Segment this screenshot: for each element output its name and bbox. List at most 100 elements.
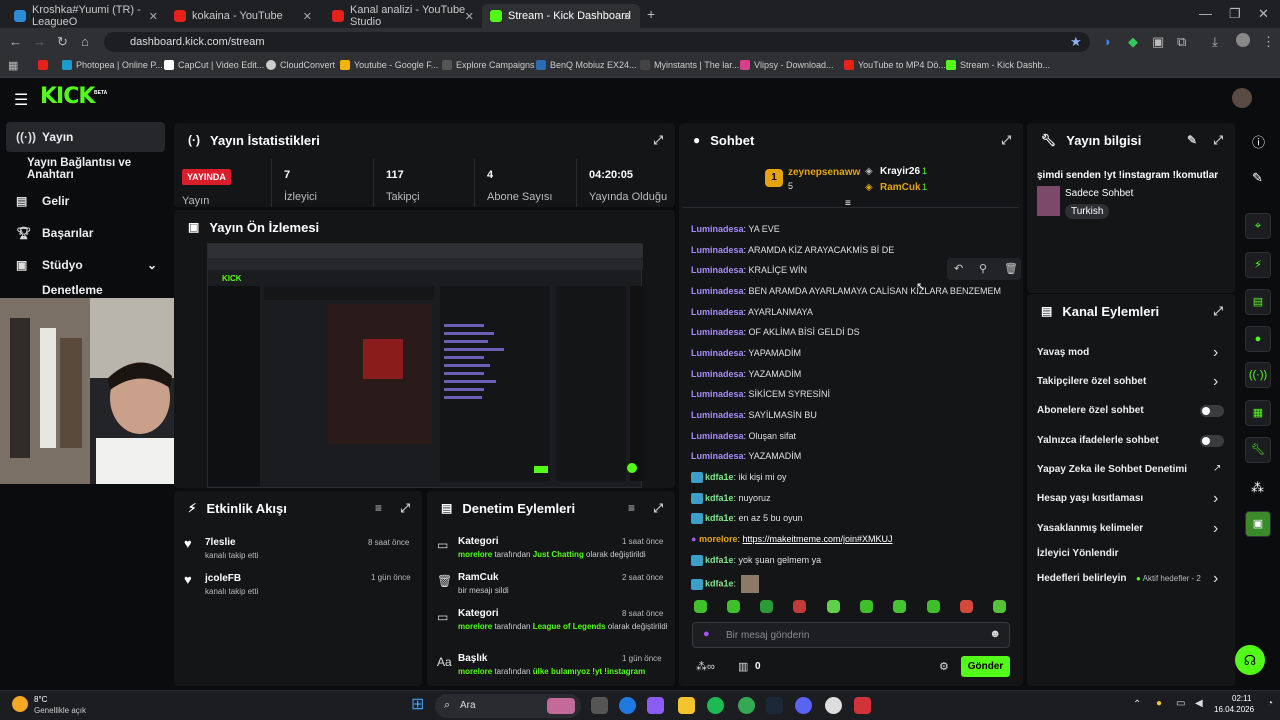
kick-logo[interactable]: KICK bbox=[40, 84, 95, 109]
discord-icon[interactable] bbox=[795, 697, 812, 714]
popout-icon[interactable]: ⤢ bbox=[1213, 133, 1223, 148]
channel-action-item[interactable]: Hesap yaşı kısıtlaması bbox=[1037, 493, 1143, 504]
reply-icon[interactable]: ↶ bbox=[954, 262, 963, 275]
chat-message[interactable]: Luminadesa: AYARLANMAYA bbox=[691, 307, 813, 317]
bookmark-item[interactable]: Youtube - Google F... bbox=[340, 60, 438, 70]
bookmark-item[interactable]: Stream - Kick Dashb... bbox=[946, 60, 1050, 70]
sidebar-item-yayin[interactable]: ((·)) Yayın bbox=[6, 122, 165, 152]
shield-icon[interactable]: ◆ bbox=[1128, 34, 1138, 50]
extension-icon[interactable]: ▣ bbox=[1152, 34, 1164, 50]
chat-message[interactable]: Luminadesa: KRALİÇE WİN bbox=[691, 265, 807, 275]
reload-icon[interactable]: ↻ bbox=[57, 34, 68, 50]
chevron-right-icon[interactable]: › bbox=[1213, 373, 1218, 391]
sidebar-item-basarilar[interactable]: 🏆︎ Başarılar bbox=[6, 218, 165, 248]
filter-icon[interactable]: ≡ bbox=[628, 501, 635, 515]
emote-button[interactable] bbox=[893, 600, 906, 613]
chat-message[interactable]: kdfa1e: iki kişi mi oy bbox=[691, 472, 787, 484]
channel-action-item[interactable]: Yalnızca ifadelerle sohbet bbox=[1037, 435, 1159, 446]
external-link-icon[interactable]: ↗ bbox=[1213, 463, 1221, 474]
bookmark-star-icon[interactable]: ★ bbox=[1070, 34, 1082, 50]
apps-grid-icon[interactable]: ▦ bbox=[8, 59, 18, 72]
chat-message[interactable]: Luminadesa: YAPAMADİM bbox=[691, 348, 801, 358]
gift-icon[interactable]: ▥ bbox=[738, 660, 748, 673]
network-icon[interactable]: ▭ bbox=[1176, 698, 1185, 709]
pin-icon[interactable]: ⚲ bbox=[979, 262, 987, 275]
chat-username[interactable]: morelore bbox=[699, 534, 738, 544]
channel-action-item[interactable]: Abonelere özel sohbet bbox=[1037, 405, 1144, 416]
rail-clipboard-icon[interactable]: ▤ bbox=[1245, 289, 1271, 315]
close-window-icon[interactable]: ✕ bbox=[1258, 6, 1269, 22]
bookmark-item[interactable]: YouTube to MP4 Dö... bbox=[844, 60, 946, 70]
bookmark-item[interactable]: CapCut | Video Edit... bbox=[164, 60, 264, 70]
minimize-icon[interactable]: — bbox=[1199, 6, 1212, 21]
chat-username[interactable]: Luminadesa bbox=[691, 451, 744, 461]
emote-button[interactable] bbox=[760, 600, 773, 613]
sidebar-item-studyo[interactable]: ▣ Stüdyo ⌄ bbox=[6, 250, 165, 280]
weather-desc[interactable]: Genellikle açık bbox=[34, 706, 86, 715]
chat-message[interactable]: ● morelore: https://makeitmeme.com/join#… bbox=[691, 534, 893, 544]
mod-actor[interactable]: morelore bbox=[458, 667, 492, 676]
tray-mic-icon[interactable]: ● bbox=[1156, 698, 1162, 709]
file-explorer-icon[interactable] bbox=[678, 697, 695, 714]
emote-button[interactable] bbox=[993, 600, 1006, 613]
sidebar-item-gelir[interactable]: ▤ Gelir bbox=[6, 186, 165, 216]
chat-message[interactable]: Luminadesa: ARAMDA KİZ ARAYACAKMİS Bİ DE bbox=[691, 245, 894, 255]
user-avatar[interactable] bbox=[1232, 88, 1252, 108]
clock-time[interactable]: 02:11 bbox=[1232, 694, 1251, 703]
emote-button[interactable] bbox=[793, 600, 806, 613]
rail-target-icon[interactable]: ⌖ bbox=[1245, 213, 1271, 239]
menu-icon[interactable]: ⋮ bbox=[1262, 34, 1275, 50]
windows-start-icon[interactable]: ⊞ bbox=[411, 697, 427, 713]
forward-icon[interactable]: → bbox=[33, 34, 46, 49]
chevron-right-icon[interactable]: › bbox=[1213, 570, 1218, 588]
toggle-switch[interactable] bbox=[1200, 405, 1224, 417]
chat-message[interactable]: Luminadesa: BEN ARAMDA AYARLAMAYA CALİSA… bbox=[691, 286, 1001, 296]
chat-username[interactable]: kdfa1e bbox=[705, 513, 734, 523]
tab-league[interactable]: Kroshka#Yuumi (TR) - LeagueO ✕ bbox=[6, 4, 166, 28]
chat-username[interactable]: kdfa1e bbox=[705, 472, 734, 482]
rail-storage-icon[interactable]: ▦ bbox=[1245, 400, 1271, 426]
tab-kick-dashboard[interactable]: Stream - Kick Dashboard ✕ bbox=[482, 4, 640, 28]
download-icon[interactable]: ⤓ bbox=[1212, 34, 1218, 50]
home-icon[interactable]: ⌂ bbox=[81, 34, 89, 49]
taskbar-search[interactable]: ⌕ Ara bbox=[435, 694, 581, 718]
popout-icon[interactable]: ⤢ bbox=[653, 501, 663, 516]
puzzle-icon[interactable]: ⧉ bbox=[1177, 34, 1186, 50]
rail-chat-icon[interactable]: ● bbox=[1245, 326, 1271, 352]
chat-username[interactable]: kdfa1e bbox=[705, 555, 734, 565]
tray-chevron-up-icon[interactable]: ⌃ bbox=[1133, 699, 1141, 710]
emote-button[interactable] bbox=[827, 600, 840, 613]
chat-message[interactable]: Luminadesa: YA EVE bbox=[691, 224, 780, 234]
chat-username[interactable]: Luminadesa bbox=[691, 286, 744, 296]
hamburger-menu-icon[interactable]: ☰ bbox=[14, 90, 28, 110]
bookmark-youtube-icon[interactable] bbox=[38, 60, 52, 70]
maximize-icon[interactable]: ❐ bbox=[1229, 6, 1241, 22]
steam-icon[interactable] bbox=[766, 697, 783, 714]
new-tab-button[interactable]: + bbox=[647, 6, 655, 22]
community-icon[interactable]: ⁂ bbox=[1251, 480, 1264, 496]
chevron-right-icon[interactable]: › bbox=[1213, 344, 1218, 362]
chat-username[interactable]: Luminadesa bbox=[691, 348, 744, 358]
popout-icon[interactable]: ⤢ bbox=[1213, 304, 1223, 319]
trash-icon[interactable]: 🗑︎ bbox=[1004, 262, 1018, 275]
bookmark-item[interactable]: CloudConvert bbox=[266, 60, 335, 70]
task-view-icon[interactable] bbox=[591, 697, 608, 714]
app-icon[interactable] bbox=[854, 697, 871, 714]
bookmark-item[interactable]: Myinstants | The lar... bbox=[640, 60, 739, 70]
extension-icon[interactable]: ◗ bbox=[1104, 34, 1112, 49]
mod-actor[interactable]: morelore bbox=[458, 550, 492, 559]
emoji-icon[interactable]: ☻ bbox=[989, 628, 1001, 640]
bookmark-item[interactable]: Explore Campaigns bbox=[442, 60, 535, 70]
tab-youtube[interactable]: kokaina - YouTube ✕ bbox=[166, 4, 320, 28]
chat-username[interactable]: Luminadesa bbox=[691, 265, 744, 275]
chrome-icon[interactable] bbox=[738, 697, 755, 714]
bookmark-item[interactable]: Photopea | Online P... bbox=[62, 60, 163, 70]
chat-username[interactable]: kdfa1e bbox=[705, 578, 734, 588]
chat-username[interactable]: Luminadesa bbox=[691, 245, 744, 255]
copilot-icon[interactable] bbox=[647, 697, 664, 714]
bookmark-item[interactable]: BenQ Mobiuz EX24... bbox=[536, 60, 637, 70]
weather-temp[interactable]: 8°C bbox=[34, 695, 47, 704]
chat-message[interactable]: Luminadesa: Oluşan sifat bbox=[691, 431, 796, 441]
url-input[interactable]: dashboard.kick.com/stream bbox=[104, 32, 1090, 52]
chat-username[interactable]: Luminadesa bbox=[691, 389, 744, 399]
